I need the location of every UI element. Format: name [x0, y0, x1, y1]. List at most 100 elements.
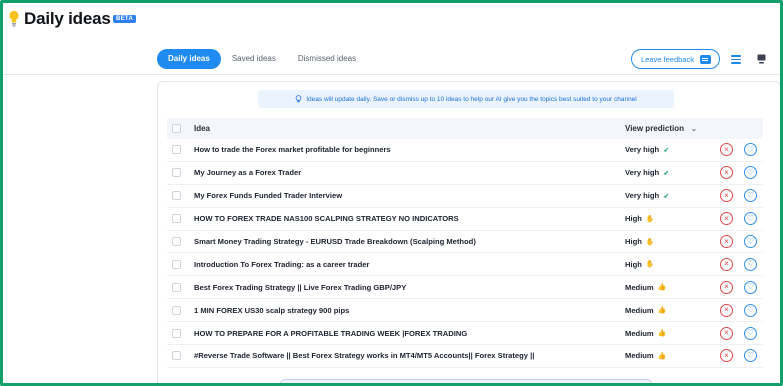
table-row: My Forex Funds Funded Trader Interview V…	[167, 185, 763, 208]
prediction-cell: Very high ➶	[625, 168, 720, 177]
dismiss-button[interactable]: ×	[720, 326, 733, 340]
tab-dismissed-ideas[interactable]: Dismissed ideas	[287, 49, 367, 69]
save-button[interactable]: ♡	[744, 280, 757, 294]
prediction-cell: High ✋	[625, 214, 720, 223]
save-button[interactable]: ♡	[744, 212, 757, 226]
tab-saved-ideas[interactable]: Saved ideas	[221, 49, 287, 69]
beta-badge: BETA	[113, 15, 137, 23]
lightbulb-icon	[9, 10, 19, 27]
idea-title[interactable]: Best Forex Trading Strategy || Live Fore…	[194, 283, 625, 292]
dismiss-button[interactable]: ×	[720, 166, 733, 180]
table-row: HOW TO FOREX TRADE NAS100 SCALPING STRAT…	[167, 208, 763, 231]
idea-title[interactable]: How to trade the Forex market profitable…	[194, 145, 625, 154]
idea-title[interactable]: HOW TO PREPARE FOR A PROFITABLE TRADING …	[194, 329, 625, 338]
save-button[interactable]: ♡	[744, 189, 757, 203]
row-checkbox[interactable]	[172, 328, 181, 338]
row-checkbox[interactable]	[172, 282, 181, 292]
thumbs-up-icon: 👍	[657, 330, 667, 338]
rocket-icon: ➶	[663, 146, 670, 154]
table-row: 1 MIN FOREX US30 scalp strategy 900 pips…	[167, 299, 763, 323]
prediction-cell: High ✋	[625, 237, 720, 246]
hand-icon: ✋	[645, 261, 655, 269]
page-header: Daily ideas BETA Daily ideas Saved ideas…	[3, 3, 780, 75]
save-button[interactable]: ♡	[744, 349, 757, 363]
leave-feedback-button[interactable]: Leave feedback	[631, 49, 720, 69]
list-view-icon[interactable]	[731, 55, 741, 64]
feedback-label: Leave feedback	[641, 54, 694, 64]
tab-daily-ideas[interactable]: Daily ideas	[157, 49, 221, 69]
row-checkbox[interactable]	[172, 145, 181, 155]
prediction-cell: Medium 👍	[625, 329, 720, 338]
row-checkbox[interactable]	[172, 305, 181, 315]
ideas-panel: Ideas will update daily. Save or dismiss…	[157, 81, 780, 383]
ideas-table: Idea View prediction ⌄ How to trade the …	[167, 118, 763, 368]
load-more-bar[interactable]	[280, 379, 652, 383]
prediction-label: Very high	[625, 145, 660, 155]
hand-icon: ✋	[645, 215, 655, 223]
row-checkbox[interactable]	[172, 214, 181, 224]
thumbs-up-icon: 👍	[657, 307, 667, 315]
prediction-label: Very high	[625, 168, 660, 178]
row-checkbox[interactable]	[172, 259, 181, 269]
prediction-label: High	[625, 214, 642, 224]
prediction-cell: High ✋	[625, 260, 720, 269]
row-checkbox[interactable]	[172, 191, 181, 201]
prediction-label: Medium	[625, 282, 654, 292]
dismiss-button[interactable]: ×	[720, 349, 733, 363]
dismiss-button[interactable]: ×	[720, 257, 733, 271]
row-checkbox[interactable]	[172, 351, 181, 361]
dismiss-button[interactable]: ×	[720, 303, 733, 317]
dismiss-button[interactable]: ×	[720, 235, 733, 248]
dismiss-button[interactable]: ×	[720, 189, 733, 203]
idea-title[interactable]: Introduction To Forex Trading: as a care…	[194, 260, 625, 269]
prediction-label: Very high	[625, 191, 660, 201]
app-window: Daily ideas BETA Daily ideas Saved ideas…	[0, 0, 783, 386]
chevron-down-icon: ⌄	[690, 125, 697, 133]
table-row: HOW TO PREPARE FOR A PROFITABLE TRADING …	[167, 322, 763, 346]
column-header-idea: Idea	[194, 124, 211, 133]
idea-title[interactable]: HOW TO FOREX TRADE NAS100 SCALPING STRAT…	[194, 214, 625, 223]
chat-icon	[699, 54, 711, 64]
prediction-label: High	[625, 237, 642, 246]
prediction-cell: Very high ➶	[625, 191, 720, 200]
prediction-cell: Medium 👍	[625, 306, 720, 315]
table-row: Best Forex Trading Strategy || Live Fore…	[167, 276, 763, 300]
page-title: Daily ideas	[24, 9, 111, 28]
row-checkbox[interactable]	[172, 237, 181, 246]
dismiss-button[interactable]: ×	[720, 280, 733, 294]
prediction-label: Medium	[625, 305, 654, 315]
prediction-cell: Very high ➶	[625, 145, 720, 154]
idea-title[interactable]: 1 MIN FOREX US30 scalp strategy 900 pips	[194, 306, 625, 315]
rocket-icon: ➶	[663, 169, 670, 177]
save-button[interactable]: ♡	[744, 235, 757, 248]
idea-title[interactable]: Smart Money Trading Strategy - EURUSD Tr…	[194, 237, 625, 246]
idea-title[interactable]: My Journey as a Forex Trader	[194, 168, 625, 177]
table-row: How to trade the Forex market profitable…	[167, 139, 763, 162]
save-button[interactable]: ♡	[744, 326, 757, 340]
select-all-checkbox[interactable]	[172, 124, 181, 133]
prediction-label: Medium	[625, 351, 654, 361]
table-row: Smart Money Trading Strategy - EURUSD Tr…	[167, 231, 763, 254]
rocket-icon: ➶	[663, 192, 670, 200]
save-button[interactable]: ♡	[744, 166, 757, 180]
save-button[interactable]: ♡	[744, 143, 757, 157]
dismiss-button[interactable]: ×	[720, 212, 733, 226]
idea-title[interactable]: #Reverse Trade Software || Best Forex St…	[194, 351, 625, 360]
prediction-cell: Medium 👍	[625, 283, 720, 292]
idea-tabs: Daily ideas Saved ideas Dismissed ideas	[157, 49, 367, 69]
prediction-label: Medium	[625, 328, 654, 338]
thumbs-up-icon: 👍	[657, 352, 667, 360]
dismiss-button[interactable]: ×	[720, 143, 733, 157]
save-button[interactable]: ♡	[744, 303, 757, 317]
card-view-icon[interactable]	[757, 54, 766, 64]
prediction-label: High	[625, 259, 642, 269]
prediction-cell: Medium 👍	[625, 351, 720, 360]
lightbulb-outline-icon	[295, 95, 302, 103]
table-header: Idea View prediction ⌄	[167, 118, 763, 139]
save-button[interactable]: ♡	[744, 257, 757, 271]
column-header-prediction[interactable]: View prediction ⌄	[625, 124, 720, 133]
row-checkbox[interactable]	[172, 168, 181, 178]
hand-icon: ✋	[645, 238, 655, 246]
idea-title[interactable]: My Forex Funds Funded Trader Interview	[194, 191, 625, 200]
thumbs-up-icon: 👍	[657, 284, 667, 292]
